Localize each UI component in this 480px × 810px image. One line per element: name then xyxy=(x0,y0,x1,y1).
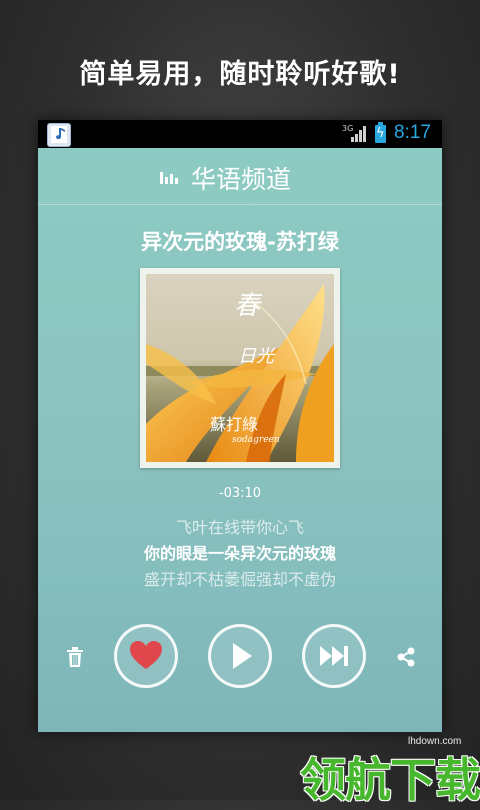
player-controls xyxy=(38,624,442,688)
lyric-next-line: 盛开却不枯萎倔强却不虚伪 xyxy=(143,570,336,589)
like-button[interactable] xyxy=(114,624,178,688)
lyric-current-line: 你的眼是一朵异次元的玫瑰 xyxy=(143,544,336,563)
heart-icon xyxy=(130,641,162,669)
lyric-previous-line: 飞叶在线带你心飞 xyxy=(175,518,304,537)
share-icon xyxy=(397,647,415,667)
phone-frame: 3G ϟ 8:17 华语频道 异次元的玫瑰-苏打绿 春 日光 蘇打綠 sodag… xyxy=(38,120,442,732)
player-screen: 华语频道 异次元的玫瑰-苏打绿 春 日光 蘇打綠 sodagreen -03:1… xyxy=(38,148,442,732)
time-remaining: -03:10 xyxy=(218,486,262,501)
promo-headline: 简单易用，随时聆听好歌! xyxy=(79,59,401,90)
equalizer-icon xyxy=(160,172,178,184)
album-cover: 春 日光 蘇打綠 sodagreen xyxy=(140,268,340,468)
next-track-button[interactable] xyxy=(302,624,366,688)
play-button[interactable] xyxy=(208,624,272,688)
delete-button[interactable] xyxy=(62,644,88,670)
skip-next-icon xyxy=(320,646,348,666)
status-bar: 3G ϟ 8:17 xyxy=(38,120,442,148)
svg-text:日光: 日光 xyxy=(238,346,276,367)
watermark-brand: 领航下载 xyxy=(300,753,480,807)
battery-charging-icon: ϟ xyxy=(375,122,386,143)
channel-title: 华语频道 xyxy=(191,165,292,194)
svg-text:蘇打綠: 蘇打綠 xyxy=(210,415,258,434)
share-button[interactable] xyxy=(393,644,419,670)
status-clock: 8:17 xyxy=(394,122,431,143)
signal-icon xyxy=(351,126,366,142)
trash-icon xyxy=(67,647,83,667)
channel-header[interactable]: 华语频道 xyxy=(38,148,442,205)
svg-text:sodagreen: sodagreen xyxy=(232,435,280,445)
music-app-icon xyxy=(47,123,71,147)
song-title: 异次元的玫瑰-苏打绿 xyxy=(141,230,339,254)
svg-text:春: 春 xyxy=(234,291,263,321)
album-art-image: 春 日光 蘇打綠 sodagreen xyxy=(146,274,334,462)
play-icon xyxy=(233,643,252,669)
